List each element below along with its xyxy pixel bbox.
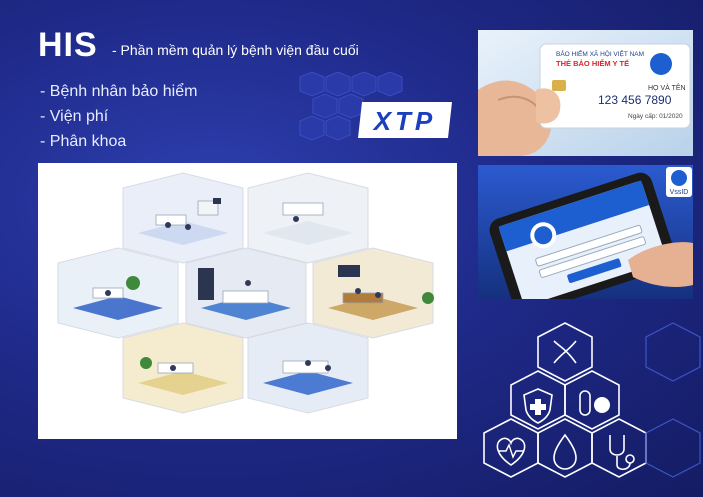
logo-text: XTP	[372, 106, 437, 136]
feature-departments: - Phân khoa	[40, 133, 127, 150]
dna-icon	[553, 340, 577, 364]
stethoscope-icon	[609, 435, 635, 471]
heart-hex	[483, 418, 539, 478]
pill-icon	[579, 390, 610, 416]
feature-insured-patients: - Bệnh nhân bảo hiểm	[40, 83, 198, 100]
medical-icon-cluster	[483, 322, 701, 478]
card-type: THẺ BẢO HIỂM Y TẾ	[556, 58, 629, 68]
vssid-phone-photo: VssID	[478, 165, 693, 299]
heart-pulse-icon	[496, 437, 526, 466]
hospital-isometric-illustration	[38, 163, 457, 439]
drop-icon	[553, 433, 577, 470]
card-issue-date: Ngày cấp: 01/2020	[628, 111, 683, 120]
shield-cross-icon	[523, 388, 553, 424]
health-insurance-card-photo: BẢO HIỂM XÃ HỘI VIỆT NAM THẺ BẢO HIỂM Y …	[478, 30, 693, 156]
vss-emblem-icon	[650, 53, 672, 75]
app-name: VssID	[670, 189, 689, 196]
app-title: HIS	[38, 26, 98, 64]
feature-hospital-fees: - Viện phí	[40, 108, 109, 125]
app-subtitle: - Phần mềm quản lý bệnh viện đầu cuối	[112, 42, 359, 58]
card-number: 123 456 7890	[598, 93, 672, 107]
card-issuer: BẢO HIỂM XÃ HỘI VIỆT NAM	[556, 49, 644, 58]
pill-hex	[564, 370, 620, 430]
card-name-label: HỌ VÀ TÊN	[648, 83, 686, 92]
xtp-logo: XTP	[358, 102, 452, 138]
